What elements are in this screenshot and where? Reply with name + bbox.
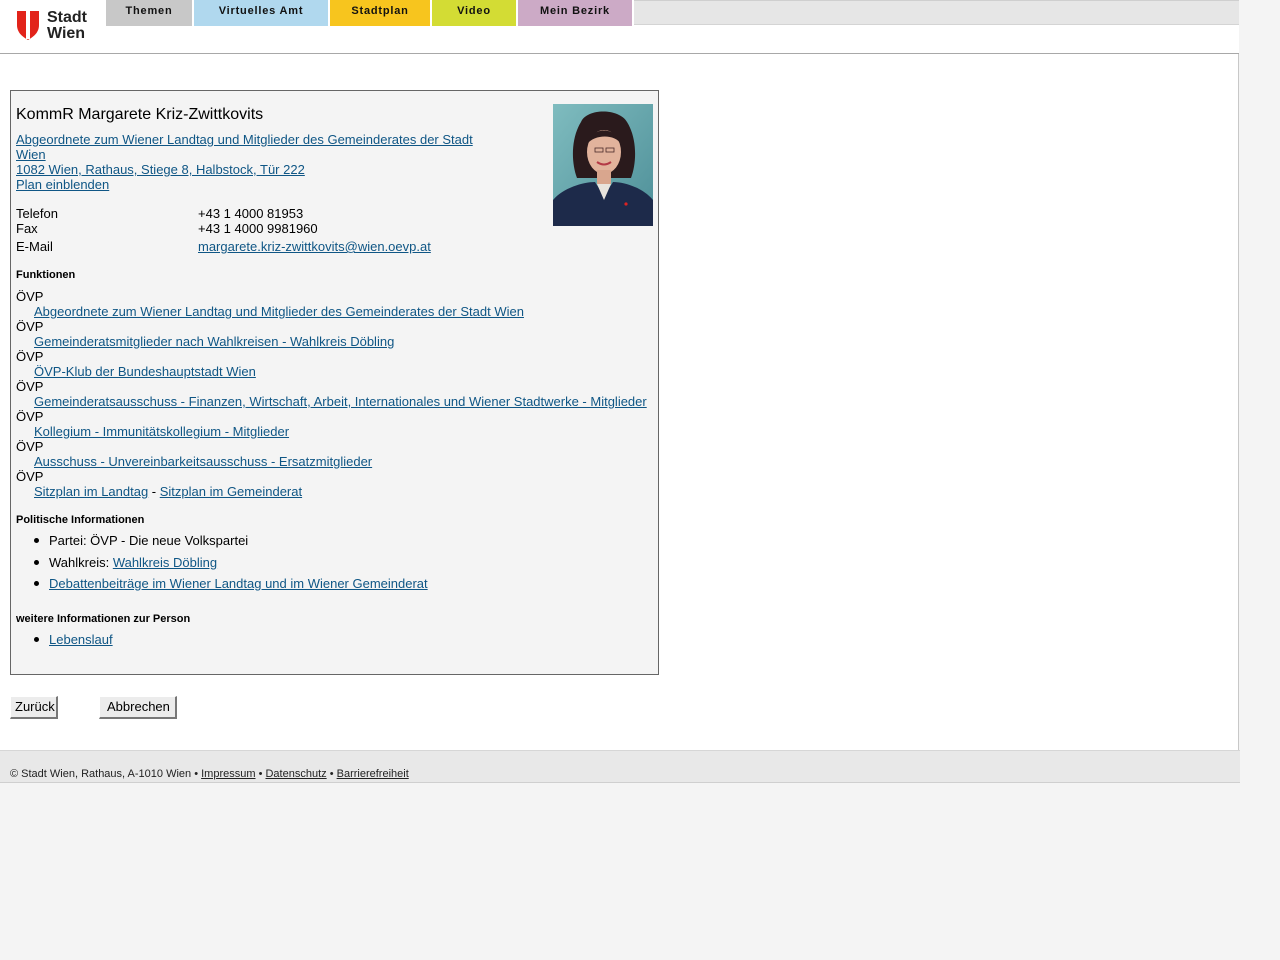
footer-separator: •: [255, 768, 266, 780]
email-label: E-Mail: [16, 239, 53, 254]
nav-tab-virtuelles-amt[interactable]: Virtuelles Amt: [194, 0, 330, 26]
vienna-shield-icon: [17, 11, 39, 40]
function-link[interactable]: Gemeinderatsmitglieder nach Wahlkreisen …: [34, 334, 394, 349]
person-card: KommR Margarete Kriz-Zwittkovits Abgeord…: [10, 90, 659, 675]
show-map-link[interactable]: Plan einblenden: [16, 177, 109, 192]
seat-plan-separator: -: [148, 484, 160, 499]
footer-impressum-link[interactable]: Impressum: [201, 768, 255, 780]
seat-plan-gemeinderat-link[interactable]: Sitzplan im Gemeinderat: [160, 484, 302, 499]
debates-link[interactable]: Debattenbeiträge im Wiener Landtag und i…: [49, 576, 428, 591]
district-prefix: Wahlkreis:: [49, 555, 113, 570]
function-link[interactable]: Ausschuss - Unvereinbarkeitsausschuss - …: [34, 454, 372, 469]
function-link[interactable]: ÖVP-Klub der Bundeshauptstadt Wien: [34, 364, 256, 379]
site-header: Stadt Wien Themen Virtuelles Amt Stadtpl…: [0, 0, 1239, 54]
stadt-wien-logo[interactable]: Stadt Wien: [17, 10, 97, 43]
nav-tab-stadtplan[interactable]: Stadtplan: [330, 0, 432, 26]
person-name: KommR Margarete Kriz-Zwittkovits: [16, 106, 264, 123]
more-info-heading: weitere Informationen zur Person: [16, 613, 191, 625]
bullet-icon: [34, 538, 39, 543]
back-button[interactable]: Zurück: [10, 696, 58, 719]
seat-plan-row: Sitzplan im Landtag - Sitzplan im Gemein…: [34, 484, 302, 499]
site-footer: © Stadt Wien, Rathaus, A-1010 Wien • Imp…: [0, 750, 1240, 783]
bullet-icon: [34, 637, 39, 642]
page: Stadt Wien Themen Virtuelles Amt Stadtpl…: [0, 0, 1240, 783]
nav-tab-themen[interactable]: Themen: [106, 0, 194, 26]
phone-value: +43 1 4000 81953: [198, 206, 304, 221]
portrait-image: [553, 104, 653, 226]
footer-separator: •: [326, 768, 337, 780]
bullet-icon: [34, 581, 39, 586]
functions-heading: Funktionen: [16, 269, 76, 281]
role-link-line-1[interactable]: Abgeordnete zum Wiener Landtag und Mitgl…: [16, 132, 473, 147]
district-link[interactable]: Wahlkreis Döbling: [113, 555, 217, 570]
function-party: ÖVP: [16, 439, 44, 454]
function-party: ÖVP: [16, 319, 44, 334]
footer-text: © Stadt Wien, Rathaus, A-1010 Wien • Imp…: [10, 768, 409, 780]
logo-line-1: Stadt: [47, 9, 87, 26]
person-photo: [553, 104, 653, 226]
logo-text: Stadt Wien: [47, 10, 87, 41]
logo-line-2: Wien: [47, 24, 86, 42]
political-heading: Politische Informationen: [16, 514, 145, 526]
seat-plan-landtag-link[interactable]: Sitzplan im Landtag: [34, 484, 148, 499]
cancel-button[interactable]: Abbrechen: [99, 696, 177, 719]
function-link[interactable]: Gemeinderatsausschuss - Finanzen, Wirtsc…: [34, 394, 647, 409]
district-row: Wahlkreis: Wahlkreis Döbling: [49, 555, 217, 570]
party-text: Partei: ÖVP - Die neue Volkspartei: [49, 533, 249, 548]
function-party: ÖVP: [16, 409, 44, 424]
bullet-icon: [34, 560, 39, 565]
function-party: ÖVP: [16, 349, 44, 364]
function-party: ÖVP: [16, 289, 44, 304]
email-link[interactable]: margarete.kriz-zwittkovits@wien.oevp.at: [198, 239, 431, 254]
function-party: ÖVP: [16, 379, 44, 394]
fax-value: +43 1 4000 9981960: [198, 221, 318, 236]
footer-copyright: © Stadt Wien, Rathaus, A-1010 Wien: [10, 768, 192, 780]
nav-tab-mein-bezirk[interactable]: Mein Bezirk: [518, 0, 634, 26]
role-link-line-2[interactable]: Wien: [16, 147, 46, 162]
footer-barrierefreiheit-link[interactable]: Barrierefreiheit: [337, 768, 409, 780]
footer-separator: •: [191, 768, 202, 780]
function-link[interactable]: Kollegium - Immunitätskollegium - Mitgli…: [34, 424, 289, 439]
function-party: ÖVP: [16, 469, 44, 484]
phone-label: Telefon: [16, 206, 58, 221]
footer-datenschutz-link[interactable]: Datenschutz: [265, 768, 326, 780]
function-link[interactable]: Abgeordnete zum Wiener Landtag und Mitgl…: [34, 304, 524, 319]
address-link[interactable]: 1082 Wien, Rathaus, Stiege 8, Halbstock,…: [16, 162, 305, 177]
nav-tab-video[interactable]: Video: [432, 0, 518, 26]
cv-link[interactable]: Lebenslauf: [49, 632, 113, 647]
fax-label: Fax: [16, 221, 38, 236]
